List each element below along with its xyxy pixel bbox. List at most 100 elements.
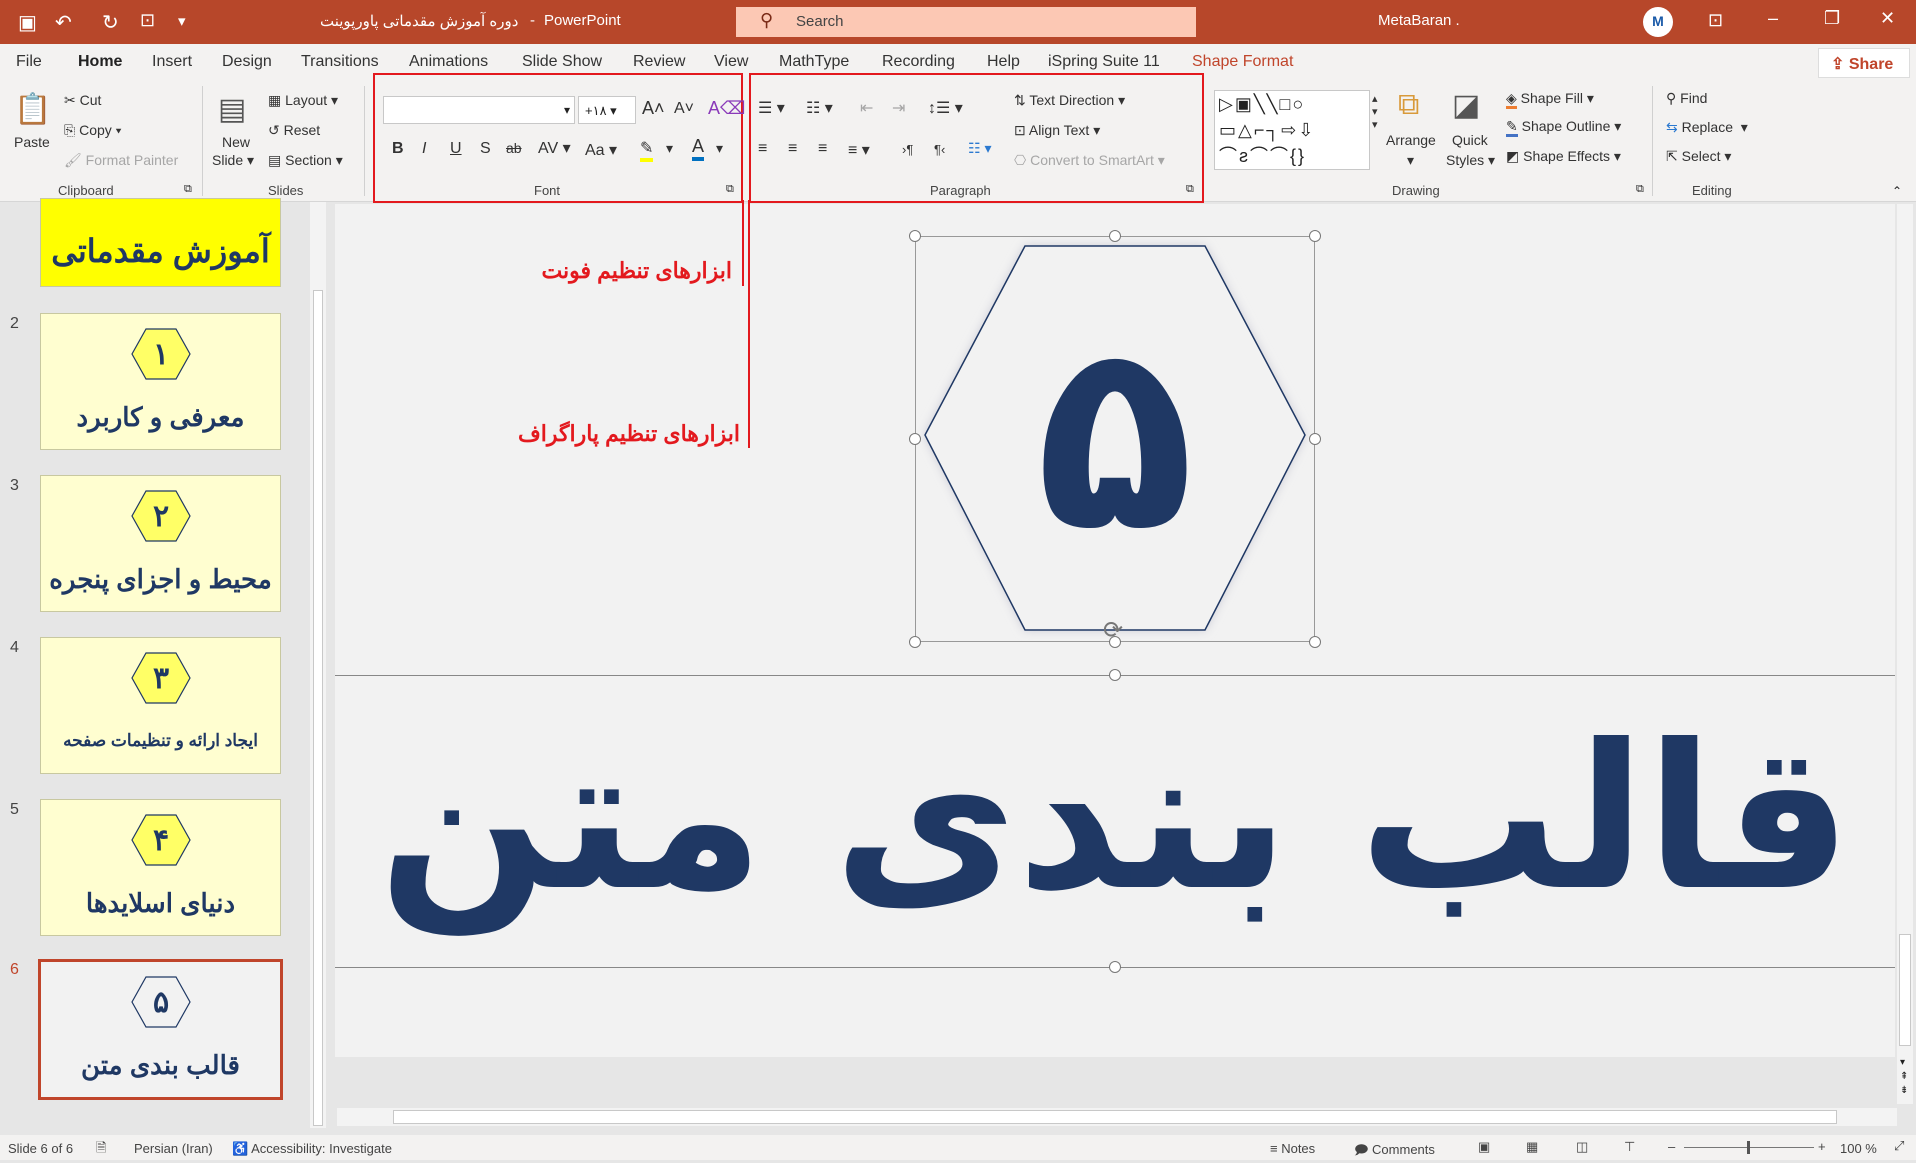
zoom-slider-thumb[interactable] — [1747, 1141, 1750, 1154]
slide-canvas[interactable]: ۵ ⟳ قالب بندی متن — [335, 204, 1895, 1057]
chevron-down-icon[interactable]: ▾ — [666, 140, 673, 157]
fit-to-window-icon[interactable]: ⤢ — [1894, 1138, 1904, 1154]
avatar[interactable]: M — [1643, 7, 1673, 37]
resize-handle[interactable] — [1109, 669, 1121, 681]
reset-button[interactable]: ↺ Reset — [268, 122, 320, 139]
spell-check-icon[interactable]: 🗎 — [96, 1139, 106, 1161]
slideshow-icon[interactable]: ⊤ — [1624, 1139, 1635, 1155]
tab-file[interactable]: File — [16, 53, 42, 71]
font-color-button[interactable]: A — [692, 136, 705, 161]
customize-toolbar-icon[interactable]: ▾ — [178, 12, 186, 30]
tab-view[interactable]: View — [714, 53, 748, 71]
resize-handle[interactable] — [1109, 230, 1121, 242]
tab-insert[interactable]: Insert — [152, 53, 192, 71]
rtl-icon[interactable]: ¶‹ — [934, 142, 945, 157]
zoom-in-button[interactable]: + — [1818, 1139, 1826, 1154]
user-name[interactable]: MetaBaran . — [1378, 12, 1460, 29]
slide-thumbnail-5[interactable]: ۴ دنیای اسلایدها — [40, 799, 281, 936]
ltr-icon[interactable]: ›¶ — [902, 142, 913, 157]
decrease-font-icon[interactable]: A˅ — [674, 100, 694, 118]
tab-slide-show[interactable]: Slide Show — [522, 53, 602, 71]
prev-slide-icon[interactable]: ▾ ⇞ ⇟ — [1900, 1056, 1908, 1098]
tab-review[interactable]: Review — [633, 53, 685, 71]
align-center-icon[interactable]: ≡ — [788, 140, 797, 158]
slide-thumbnail-3[interactable]: ۲ محیط و اجزای پنجره — [40, 475, 281, 612]
normal-view-icon[interactable]: ▣ — [1478, 1139, 1490, 1155]
restore-icon[interactable]: ❐ — [1824, 8, 1840, 29]
panel-scrollbar[interactable] — [310, 202, 326, 1128]
search-box[interactable]: ⚲ Search — [736, 7, 1196, 37]
paragraph-launcher-icon[interactable]: ⧉ — [1186, 183, 1194, 196]
format-painter-button[interactable]: 🖌 Format Painter — [64, 152, 178, 169]
tab-recording[interactable]: Recording — [882, 53, 955, 71]
resize-handle[interactable] — [1309, 230, 1321, 242]
convert-smartart-button[interactable]: ⎔ Convert to SmartArt ▾ — [1014, 152, 1165, 169]
chevron-down-icon[interactable]: ▾ — [1407, 152, 1414, 169]
vertical-scroll-thumb[interactable] — [1899, 934, 1911, 1046]
strikethrough-button[interactable]: ab — [506, 140, 522, 156]
text-direction-button[interactable]: ⇅ Text Direction ▾ — [1014, 92, 1125, 109]
align-text-button[interactable]: ⊡ Align Text ▾ — [1014, 122, 1100, 139]
resize-handle[interactable] — [909, 230, 921, 242]
rotate-handle-icon[interactable]: ⟳ — [1103, 616, 1123, 645]
slide-title[interactable]: قالب بندی متن — [335, 684, 1895, 954]
slide-sorter-icon[interactable]: ▦ — [1526, 1139, 1538, 1155]
clipboard-launcher-icon[interactable]: ⧉ — [184, 183, 192, 196]
share-button[interactable]: ⇪ Share — [1818, 48, 1910, 78]
find-button[interactable]: ⚲ Find — [1666, 90, 1707, 107]
chevron-down-icon[interactable]: ▾ — [716, 140, 723, 157]
underline-button[interactable]: U — [450, 140, 462, 158]
new-slide-button[interactable]: Slide ▾ — [212, 152, 254, 169]
save-icon[interactable]: ▣ — [18, 10, 37, 35]
undo-icon[interactable]: ↶ — [55, 10, 72, 35]
shadow-button[interactable]: S — [480, 140, 491, 158]
horizontal-scroll-thumb[interactable] — [393, 1110, 1837, 1124]
shape-fill-button[interactable]: ◈ Shape Fill ▾ — [1506, 90, 1594, 109]
slide-thumbnail-4[interactable]: ۳ ایجاد ارائه و تنظیمات صفحه — [40, 637, 281, 774]
replace-button[interactable]: ⇆ Replace ▾ — [1666, 119, 1748, 136]
new-slide-label-1[interactable]: New — [222, 134, 250, 150]
quick-styles-icon[interactable]: ◪ — [1452, 88, 1480, 123]
layout-button[interactable]: ▦ Layout ▾ — [268, 92, 338, 109]
font-name-dropdown[interactable]: ▾ — [383, 96, 575, 124]
tab-help[interactable]: Help — [987, 53, 1020, 71]
numbering-icon[interactable]: ☷ ▾ — [806, 98, 833, 118]
quick-styles-button[interactable]: Styles ▾ — [1446, 152, 1495, 169]
zoom-slider[interactable] — [1684, 1141, 1814, 1154]
drawing-launcher-icon[interactable]: ⧉ — [1636, 183, 1644, 196]
gallery-scroll-icon[interactable]: ▴ ▾ ▾ — [1372, 92, 1378, 131]
slide-thumbnail-6[interactable]: ۵ قالب بندی متن — [38, 959, 283, 1100]
resize-handle[interactable] — [909, 433, 921, 445]
copy-button[interactable]: ⎘ Copy ▾ — [64, 122, 122, 139]
shapes-gallery[interactable]: ▷▣╲╲□○ ▭△⌐┐⇨⇩ ⌒ƨ⌒⌒{} — [1214, 90, 1370, 170]
align-right-icon[interactable]: ≡ — [818, 140, 827, 158]
tab-shape-format[interactable]: Shape Format — [1192, 53, 1293, 71]
character-spacing-button[interactable]: AV ▾ — [538, 138, 571, 158]
columns-icon[interactable]: ☷ ▾ — [968, 140, 991, 157]
tab-mathtype[interactable]: MathType — [779, 53, 849, 71]
canvas-horizontal-scrollbar[interactable] — [337, 1108, 1897, 1126]
cut-button[interactable]: ✂ Cut — [64, 92, 101, 109]
panel-scroll-thumb[interactable] — [313, 290, 323, 1126]
quick-styles-label-1[interactable]: Quick — [1452, 132, 1488, 148]
change-case-button[interactable]: Aa ▾ — [585, 140, 617, 160]
increase-font-icon[interactable]: A˄ — [642, 98, 665, 119]
language-indicator[interactable]: Persian (Iran) — [134, 1141, 213, 1156]
align-left-icon[interactable]: ≡ — [758, 140, 767, 158]
notes-button[interactable]: ≡ Notes — [1270, 1141, 1315, 1156]
paste-button[interactable]: Paste — [14, 134, 50, 150]
collapse-ribbon-icon[interactable]: ⌃ — [1892, 184, 1902, 198]
accessibility-button[interactable]: ♿ Accessibility: Investigate — [232, 1141, 392, 1157]
canvas-vertical-scrollbar[interactable]: ▾ ⇞ ⇟ — [1897, 204, 1913, 1104]
italic-button[interactable]: I — [422, 140, 426, 158]
justify-icon[interactable]: ≡ ▾ — [848, 140, 870, 160]
shape-outline-button[interactable]: ✎ Shape Outline ▾ — [1506, 118, 1621, 137]
tab-animations[interactable]: Animations — [409, 53, 488, 71]
font-size-dropdown[interactable]: +۱۸ ▾ — [578, 96, 636, 124]
arrange-button[interactable]: Arrange — [1386, 132, 1436, 148]
clear-formatting-icon[interactable]: A⌫ — [708, 98, 745, 119]
highlight-color-icon[interactable]: ✎ — [640, 138, 654, 162]
shape-effects-button[interactable]: ◩ Shape Effects ▾ — [1506, 148, 1621, 165]
tab-transitions[interactable]: Transitions — [301, 53, 379, 71]
resize-handle[interactable] — [1309, 433, 1321, 445]
